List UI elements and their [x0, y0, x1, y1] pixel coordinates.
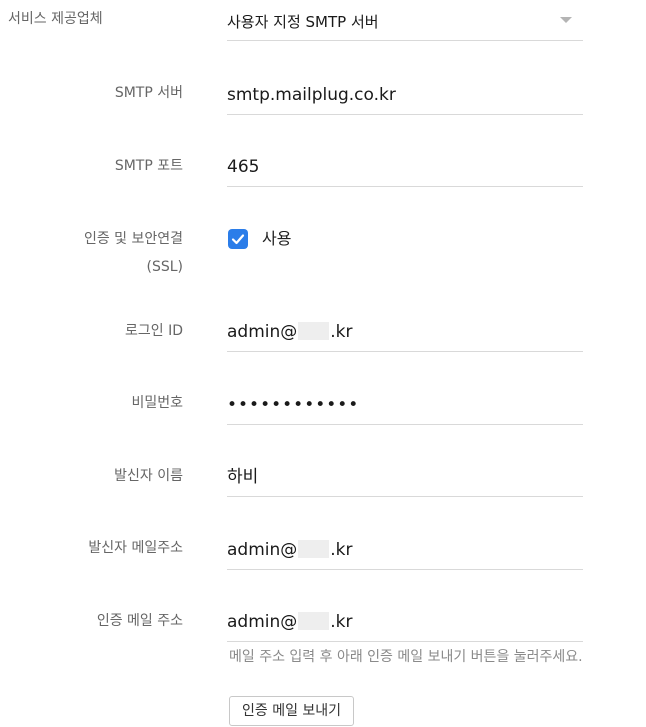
chevron-down-icon[interactable] — [560, 17, 572, 23]
login-id-value: admin@ .kr — [227, 322, 353, 342]
sender-email-label: 발신자 메일주소 — [88, 540, 183, 556]
auth-email-label: 인증 메일 주소 — [96, 613, 183, 629]
redacted-block — [298, 540, 330, 558]
send-verification-email-button[interactable]: 인증 메일 보내기 — [229, 696, 355, 726]
redacted-block — [298, 612, 330, 630]
smtp-port-label: SMTP 포트 — [114, 158, 183, 174]
sender-email-input[interactable]: admin@ .kr — [227, 529, 583, 570]
ssl-label-line1: 인증 및 보안연결 — [83, 231, 183, 247]
auth-email-input[interactable]: admin@ .kr — [227, 601, 583, 642]
login-id-input[interactable]: admin@ .kr — [227, 311, 583, 352]
login-id-label: 로그인 ID — [125, 323, 183, 339]
auth-email-value: admin@ .kr — [227, 612, 353, 632]
sender-name-value: 하비 — [227, 467, 259, 487]
provider-label: 서비스 제공업체 — [8, 11, 103, 27]
password-input[interactable]: •••••••••••• — [227, 384, 583, 425]
password-value: •••••••••••• — [227, 395, 360, 415]
smtp-port-input[interactable]: 465 — [227, 146, 583, 187]
redacted-block — [298, 322, 330, 340]
smtp-server-label: SMTP 서버 — [114, 85, 183, 101]
ssl-label-line2: (SSL) — [146, 259, 184, 275]
auth-email-helper-text: 메일 주소 입력 후 아래 인증 메일 보내기 버튼을 눌러주세요. — [229, 649, 583, 665]
provider-value: 사용자 지정 SMTP 서버 — [227, 13, 379, 31]
sender-name-input[interactable]: 하비 — [227, 456, 583, 497]
smtp-server-value: smtp.mailplug.co.kr — [227, 85, 396, 105]
provider-select[interactable]: 사용자 지정 SMTP 서버 — [227, 0, 583, 41]
smtp-server-input[interactable]: smtp.mailplug.co.kr — [227, 74, 583, 115]
ssl-checkbox[interactable] — [228, 229, 248, 249]
password-label: 비밀번호 — [131, 395, 183, 411]
smtp-port-value: 465 — [227, 157, 260, 177]
check-icon — [231, 234, 245, 245]
sender-name-label: 발신자 이름 — [114, 468, 183, 484]
sender-email-value: admin@ .kr — [227, 540, 353, 560]
ssl-checkbox-label[interactable]: 사용 — [262, 229, 291, 249]
